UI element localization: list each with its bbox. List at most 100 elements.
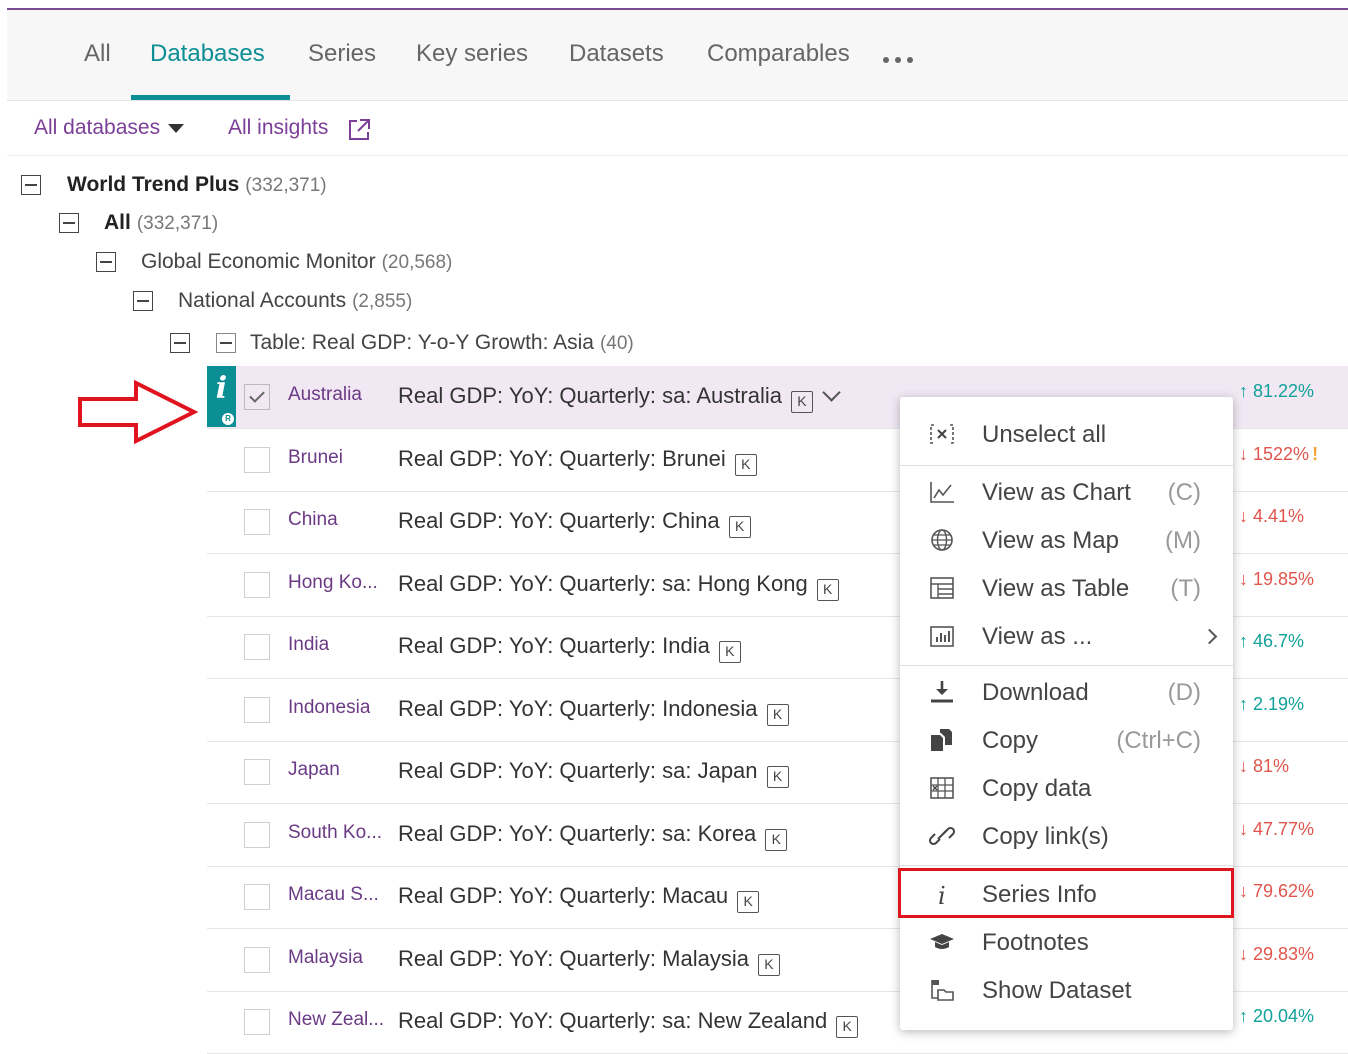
menu-item-copy-data[interactable]: Copy data (900, 765, 1233, 811)
series-title[interactable]: Real GDP: YoY: Quarterly: sa: Korea K (398, 821, 788, 851)
menu-item-series-info[interactable]: i Series Info (900, 871, 1233, 917)
globe-icon (931, 529, 953, 551)
graduation-cap-icon (930, 934, 954, 949)
all-insights-link[interactable]: All insights (228, 116, 328, 140)
table-select-toggle[interactable] (216, 333, 236, 353)
row-checkbox[interactable] (244, 697, 270, 723)
menu-item-view-as-map[interactable]: View as Map (M) (900, 517, 1233, 563)
series-region: Australia (288, 384, 362, 405)
tab-key-series[interactable]: Key series (416, 40, 528, 68)
collapse-toggle-table[interactable] (170, 333, 190, 353)
series-region: China (288, 509, 338, 530)
key-series-badge: K (757, 954, 780, 976)
key-series-badge: K (734, 454, 757, 476)
series-change: ↑ 46.7% (1239, 631, 1305, 651)
tree-node-world-trend-plus[interactable]: World Trend Plus (332,371) (67, 173, 327, 197)
tab-bar: All Databases Series Key series Datasets… (7, 10, 1348, 101)
menu-divider (900, 865, 1233, 866)
row-checkbox[interactable] (244, 884, 270, 910)
menu-item-copy-links[interactable]: Copy link(s) (900, 813, 1233, 859)
more-tabs-icon[interactable] (883, 50, 919, 68)
row-checkbox[interactable] (244, 1009, 270, 1035)
collapse-toggle-accounts[interactable] (133, 291, 153, 311)
series-region: Indonesia (288, 697, 371, 718)
key-series-badge: K (765, 829, 788, 851)
series-region: South Ko... (288, 822, 383, 843)
external-link-icon[interactable] (346, 117, 372, 143)
active-tab-indicator (131, 95, 290, 100)
menu-item-view-as-table[interactable]: View as Table (T) (900, 565, 1233, 611)
row-checkbox[interactable] (244, 509, 270, 535)
revision-marker: R (222, 413, 234, 425)
series-title[interactable]: Real GDP: YoY: Quarterly: sa: Hong Kong K (398, 571, 839, 601)
collapse-toggle-monitor[interactable] (96, 252, 116, 272)
key-series-badge: K (737, 891, 760, 913)
tab-series[interactable]: Series (308, 40, 376, 68)
divider (7, 155, 1348, 156)
all-databases-dropdown[interactable]: All databases (34, 116, 185, 140)
menu-item-view-as-chart[interactable]: View as Chart (C) (900, 469, 1233, 515)
series-change: ↑ 81.22% (1239, 381, 1315, 401)
tree-node-all[interactable]: All (332,371) (104, 211, 218, 235)
key-series-badge: K (836, 1016, 859, 1038)
link-icon (928, 826, 956, 846)
copy-icon (931, 729, 952, 751)
row-checkbox[interactable] (244, 759, 270, 785)
bar-chart-icon (930, 626, 954, 647)
series-change: ↑ 2.19% (1239, 694, 1305, 714)
series-region: Brunei (288, 447, 343, 468)
warning-icon: ! (1312, 444, 1319, 464)
key-series-badge: K (790, 391, 813, 413)
context-menu: Unselect all View as Chart (C) View as Ma… (900, 397, 1233, 1030)
chart-icon (930, 482, 954, 503)
info-icon: i (215, 371, 228, 406)
menu-item-copy[interactable]: Copy (Ctrl+C) (900, 717, 1233, 763)
menu-item-view-as-more[interactable]: View as ... (900, 613, 1233, 659)
row-checkbox[interactable] (244, 384, 270, 410)
dataset-icon (931, 980, 954, 1001)
tree-node-global-economic-monitor[interactable]: Global Economic Monitor (20,568) (141, 250, 452, 274)
tab-databases[interactable]: Databases (150, 40, 265, 68)
series-change: ↓ 79.62% (1239, 881, 1315, 901)
tree-node-table[interactable]: Table: Real GDP: Y-o-Y Growth: Asia (40) (250, 331, 634, 355)
row-checkbox[interactable] (244, 822, 270, 848)
info-icon: i (938, 882, 946, 907)
series-title[interactable]: Real GDP: YoY: Quarterly: India K (398, 633, 741, 663)
series-info-badge[interactable]: i R (207, 366, 236, 427)
menu-item-download[interactable]: Download (D) (900, 669, 1233, 715)
collapse-toggle-world-trend[interactable] (21, 175, 41, 195)
series-title[interactable]: Real GDP: YoY: Quarterly: Brunei K (398, 446, 757, 476)
menu-item-footnotes[interactable]: Footnotes (900, 919, 1233, 965)
series-title[interactable]: Real GDP: YoY: Quarterly: China K (398, 508, 751, 538)
tree-node-national-accounts[interactable]: National Accounts (2,855) (178, 289, 412, 313)
series-region: India (288, 634, 330, 655)
series-title[interactable]: Real GDP: YoY: Quarterly: sa: Australia K (398, 383, 841, 413)
series-title[interactable]: Real GDP: YoY: Quarterly: sa: Japan K (398, 758, 789, 788)
series-title[interactable]: Real GDP: YoY: Quarterly: Indonesia K (398, 696, 789, 726)
chevron-down-icon[interactable] (822, 383, 841, 402)
series-title[interactable]: Real GDP: YoY: Quarterly: Malaysia K (398, 946, 780, 976)
caret-down-icon (168, 123, 185, 133)
collapse-toggle-all[interactable] (59, 213, 79, 233)
row-checkbox[interactable] (244, 447, 270, 473)
menu-item-show-dataset[interactable]: Show Dataset (900, 967, 1233, 1013)
tab-comparables[interactable]: Comparables (707, 40, 850, 68)
row-checkbox[interactable] (244, 634, 270, 660)
series-region: Macau S... (288, 884, 379, 905)
series-change: ↑ 20.04% (1239, 1006, 1315, 1026)
tab-all[interactable]: All (84, 40, 111, 68)
series-region: Hong Ko... (288, 572, 378, 593)
series-region: New Zeal... (288, 1009, 385, 1030)
series-title[interactable]: Real GDP: YoY: Quarterly: Macau K (398, 883, 760, 913)
key-series-badge: K (766, 766, 789, 788)
menu-divider (900, 665, 1233, 666)
row-checkbox[interactable] (244, 947, 270, 973)
menu-item-unselect-all[interactable]: Unselect all (900, 411, 1233, 457)
row-checkbox[interactable] (244, 572, 270, 598)
series-change: ↓ 47.77% (1239, 819, 1315, 839)
series-change: ↓ 19.85% (1239, 569, 1315, 589)
series-region: Malaysia (288, 947, 363, 968)
tab-datasets[interactable]: Datasets (569, 40, 664, 68)
key-series-badge: K (718, 641, 741, 663)
series-change: ↓ 29.83% (1239, 944, 1315, 964)
